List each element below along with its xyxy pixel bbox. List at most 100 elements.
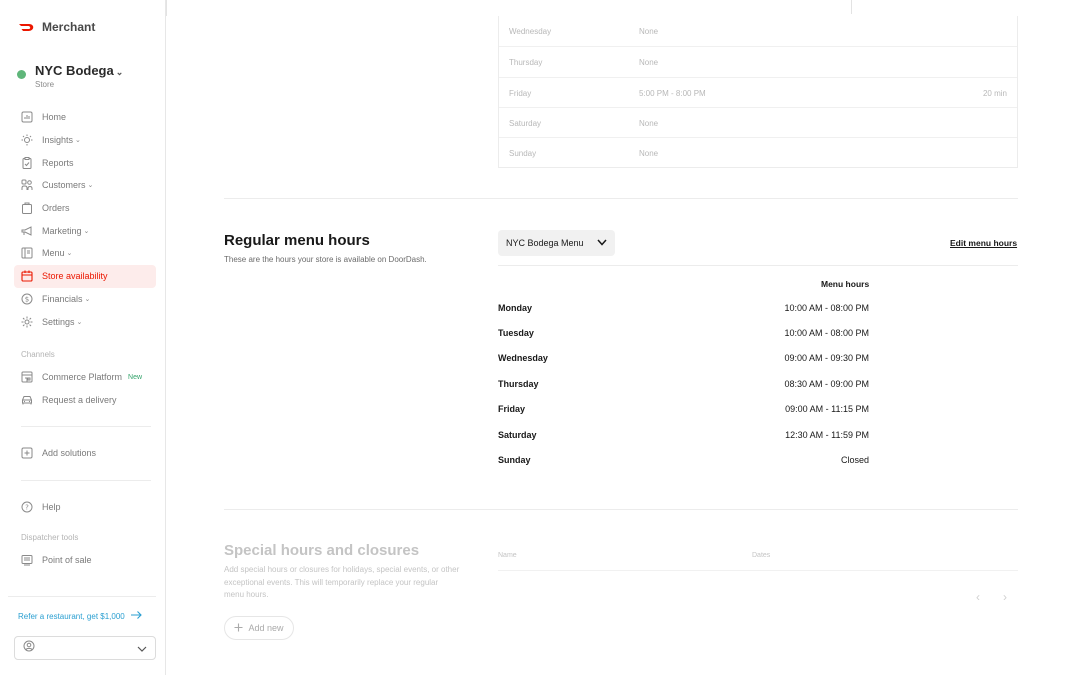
new-badge: New bbox=[128, 373, 143, 381]
nav-item-label: Store availability bbox=[42, 271, 108, 282]
nav-item-menu[interactable]: Menu ⌄ bbox=[14, 242, 156, 265]
nav-item-marketing[interactable]: Marketing ⌄ bbox=[14, 219, 156, 242]
hours-cell: 12:30 AM - 11:59 PM bbox=[785, 430, 869, 440]
column-header-name: Name bbox=[498, 552, 517, 559]
megaphone-icon bbox=[21, 225, 33, 237]
nav-item-store-availability[interactable]: Store availability bbox=[14, 264, 156, 288]
nav-item-reports[interactable]: Reports bbox=[14, 151, 156, 174]
divider bbox=[8, 596, 156, 597]
table-row: Thursday 08:30 AM - 09:00 PM bbox=[498, 379, 869, 393]
storefront-icon bbox=[21, 371, 33, 383]
nav-item-insights[interactable]: Insights ⌄ bbox=[14, 129, 156, 152]
arrow-right-icon bbox=[130, 611, 142, 621]
chevron-down-icon: ⌄ bbox=[87, 182, 94, 190]
help-nav: ? Help bbox=[14, 496, 156, 519]
divider bbox=[851, 0, 852, 14]
chevron-down-icon: ⌄ bbox=[115, 67, 124, 77]
store-name: NYC Bodega bbox=[35, 63, 114, 78]
edit-menu-hours-link[interactable]: Edit menu hours bbox=[950, 238, 1017, 248]
brand[interactable]: Merchant bbox=[18, 20, 95, 34]
nav-item-label: Settings bbox=[42, 316, 75, 327]
user-avatar-icon bbox=[23, 639, 35, 657]
nav-item-settings[interactable]: Settings ⌄ bbox=[14, 310, 156, 333]
chevron-down-icon bbox=[137, 639, 147, 657]
hours-cell: None bbox=[639, 149, 659, 159]
nav-item-add-solutions[interactable]: Add solutions bbox=[14, 442, 156, 465]
dispatcher-nav: Point of sale bbox=[14, 549, 156, 572]
day-cell: Thursday bbox=[509, 58, 543, 68]
day-cell: Saturday bbox=[498, 430, 537, 440]
chevron-right-icon[interactable]: › bbox=[1003, 590, 1007, 604]
table-divider bbox=[498, 570, 1018, 571]
doordash-logo-icon bbox=[18, 22, 36, 32]
refer-link[interactable]: Refer a restaurant, get $1,000 bbox=[18, 611, 142, 621]
nav-item-point-of-sale[interactable]: Point of sale bbox=[14, 549, 156, 572]
section-subtitle: These are the hours your store is availa… bbox=[224, 255, 427, 264]
day-cell: Sunday bbox=[509, 149, 537, 159]
people-icon bbox=[21, 179, 33, 191]
nav-item-help[interactable]: ? Help bbox=[14, 496, 156, 519]
refer-label: Refer a restaurant, get $1,000 bbox=[18, 611, 125, 621]
chevron-down-icon: ⌄ bbox=[75, 137, 81, 145]
menu-select-dropdown[interactable]: NYC Bodega Menu bbox=[498, 230, 615, 256]
day-cell: Thursday bbox=[498, 379, 539, 389]
nav-item-label: Point of sale bbox=[42, 555, 92, 566]
divider bbox=[166, 0, 167, 16]
plus-icon bbox=[234, 623, 243, 634]
table-row: Saturday None bbox=[499, 106, 1017, 137]
main-nav: Home Insights ⌄ Reports Customers ⌄ Orders… bbox=[14, 106, 156, 333]
svg-text:$: $ bbox=[25, 295, 29, 303]
solutions-nav: Add solutions bbox=[14, 442, 156, 465]
section-title: Regular menu hours bbox=[224, 232, 370, 249]
nav-item-label: Orders bbox=[42, 203, 70, 214]
channels-label: Channels bbox=[21, 350, 55, 359]
menu-book-icon bbox=[21, 247, 33, 259]
hours-cell: None bbox=[639, 58, 659, 68]
chevron-down-icon: ⌄ bbox=[66, 250, 73, 258]
channels-nav: Commerce Platform New Request a delivery bbox=[14, 366, 156, 411]
delivery-hours-table: Wednesday None Thursday None Friday 5:00… bbox=[498, 16, 1018, 169]
hours-cell: 10:00 AM - 08:00 PM bbox=[784, 303, 869, 313]
table-row: Monday 10:00 AM - 08:00 PM bbox=[498, 303, 869, 317]
hours-cell: None bbox=[639, 118, 659, 128]
nav-item-home[interactable]: Home bbox=[14, 106, 156, 129]
bag-icon bbox=[21, 202, 33, 215]
nav-item-customers[interactable]: Customers ⌄ bbox=[14, 174, 156, 197]
plus-square-icon bbox=[21, 447, 33, 459]
nav-item-financials[interactable]: $ Financials ⌄ bbox=[14, 288, 156, 311]
table-row: Saturday 12:30 AM - 11:59 PM bbox=[498, 430, 869, 444]
dispatcher-label: Dispatcher tools bbox=[21, 533, 79, 542]
nav-item-label: Help bbox=[42, 502, 61, 513]
add-new-button[interactable]: Add new bbox=[224, 616, 294, 640]
chevron-down-icon bbox=[597, 238, 607, 248]
section-divider bbox=[224, 509, 1018, 510]
day-cell: Tuesday bbox=[498, 328, 534, 338]
brand-name: Merchant bbox=[42, 20, 96, 34]
hours-cell: 10:00 AM - 08:00 PM bbox=[784, 328, 869, 338]
account-selector[interactable] bbox=[14, 636, 156, 660]
day-cell: Saturday bbox=[509, 118, 542, 128]
nav-item-request-delivery[interactable]: Request a delivery bbox=[14, 389, 156, 412]
calendar-icon bbox=[21, 270, 33, 282]
section-description: Add special hours or closures for holida… bbox=[224, 565, 460, 599]
hours-cell: 09:00 AM - 11:15 PM bbox=[785, 404, 869, 414]
section-title: Special hours and closures bbox=[224, 542, 420, 559]
table-row: Thursday None bbox=[499, 46, 1017, 76]
question-icon: ? bbox=[21, 501, 33, 513]
table-row: Tuesday 10:00 AM - 08:00 PM bbox=[498, 328, 869, 342]
nav-item-label: Request a delivery bbox=[42, 395, 117, 406]
day-cell: Wednesday bbox=[498, 353, 548, 363]
car-icon bbox=[21, 394, 33, 406]
table-row: Wednesday 09:00 AM - 09:30 PM bbox=[498, 353, 869, 367]
nav-item-label: Marketing bbox=[42, 225, 82, 236]
hours-cell: None bbox=[639, 27, 659, 36]
hours-cell: 5:00 PM - 8:00 PM bbox=[639, 88, 706, 98]
nav-item-label: Insights bbox=[42, 135, 74, 146]
eta-cell: 20 min bbox=[982, 88, 1007, 98]
sidebar: Merchant NYC Bodega ⌄ Store Home Insights… bbox=[0, 0, 166, 675]
menu-select-value: NYC Bodega Menu bbox=[506, 238, 584, 248]
nav-item-label: Menu bbox=[42, 248, 65, 259]
chevron-left-icon[interactable]: ‹ bbox=[976, 590, 980, 604]
nav-item-orders[interactable]: Orders bbox=[14, 197, 156, 220]
nav-item-commerce-platform[interactable]: Commerce Platform New bbox=[14, 366, 156, 389]
